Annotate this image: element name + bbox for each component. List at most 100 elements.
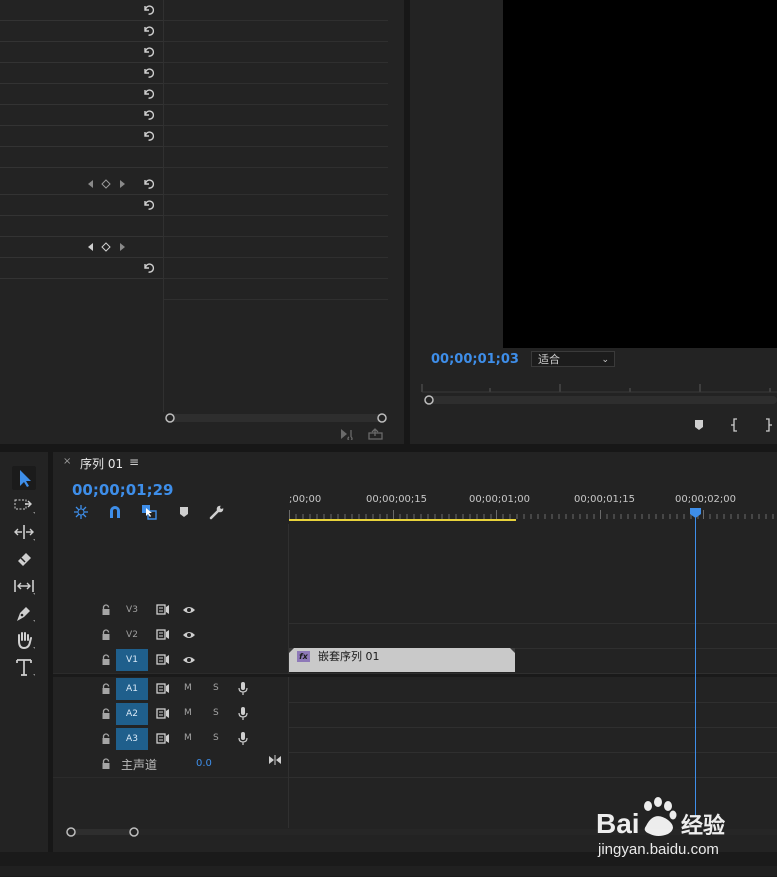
snap-magnet-icon[interactable] — [107, 504, 123, 520]
reset-parameter-icon[interactable] — [142, 177, 155, 190]
effect-keyframe-area[interactable] — [163, 0, 388, 412]
playhead-line[interactable] — [695, 516, 696, 816]
reset-parameter-icon[interactable] — [142, 3, 155, 16]
keyframe-navigator-icon[interactable] — [87, 179, 127, 189]
toggle-sync-lock-icon[interactable] — [156, 654, 170, 665]
property-row[interactable] — [0, 84, 163, 105]
program-timecode[interactable]: 00;00;01;03 — [431, 352, 519, 367]
lock-icon[interactable] — [101, 683, 111, 695]
lock-icon[interactable] — [101, 629, 111, 641]
property-row[interactable] — [0, 21, 163, 42]
track-name-a2[interactable]: A2 — [116, 703, 148, 725]
lock-icon[interactable] — [101, 708, 111, 720]
timeline-timecode[interactable]: 00;00;01;29 — [72, 481, 174, 499]
lock-icon[interactable] — [101, 604, 111, 616]
reset-parameter-icon[interactable] — [142, 24, 155, 37]
go-to-end-icon[interactable] — [268, 754, 282, 766]
timeline-zoom-scrollbar[interactable] — [60, 826, 140, 838]
track-header-a3[interactable]: A3 M S — [53, 727, 288, 753]
tab-sequence-01[interactable]: 序列 01 — [80, 455, 123, 472]
zoom-fit-dropdown[interactable]: 适合 ⌄ — [531, 351, 615, 367]
mute-button[interactable]: M — [184, 708, 192, 718]
property-row[interactable] — [0, 105, 163, 126]
playhead-handle-icon[interactable] — [690, 508, 701, 518]
track-select-tool[interactable] — [12, 493, 36, 517]
reset-parameter-icon[interactable] — [142, 87, 155, 100]
type-tool[interactable] — [12, 655, 36, 679]
play-audio-icon[interactable] — [340, 428, 356, 440]
track-name-v2[interactable]: V2 — [116, 624, 148, 646]
lock-icon[interactable] — [101, 733, 111, 745]
track-header-v1[interactable]: V1 — [53, 648, 288, 674]
export-frame-icon[interactable] — [368, 428, 384, 440]
pen-tool[interactable] — [12, 601, 36, 625]
close-tab-icon[interactable]: × — [63, 456, 71, 467]
track-name-v1[interactable]: V1 — [116, 649, 148, 671]
lock-icon[interactable] — [101, 758, 111, 770]
microphone-icon[interactable] — [238, 731, 248, 746]
property-row[interactable] — [0, 0, 163, 21]
microphone-icon[interactable] — [238, 706, 248, 721]
reset-parameter-icon[interactable] — [142, 66, 155, 79]
property-row[interactable] — [0, 216, 163, 237]
property-row[interactable] — [0, 258, 163, 279]
track-lane-a2[interactable] — [289, 702, 777, 728]
property-row[interactable] — [0, 126, 163, 147]
solo-button[interactable]: S — [213, 708, 219, 718]
razor-tool[interactable] — [12, 547, 36, 571]
mute-button[interactable]: M — [184, 733, 192, 743]
track-header-a1[interactable]: A1 M S — [53, 677, 288, 703]
lock-icon[interactable] — [101, 654, 111, 666]
program-time-ruler[interactable] — [420, 380, 777, 410]
property-row[interactable] — [0, 237, 163, 258]
add-marker-icon[interactable] — [176, 504, 192, 520]
toggle-sync-lock-icon[interactable] — [156, 604, 170, 615]
track-name-a3[interactable]: A3 — [116, 728, 148, 750]
property-row[interactable] — [0, 168, 163, 195]
track-lane-v2[interactable] — [289, 623, 777, 649]
mute-button[interactable]: M — [184, 683, 192, 693]
work-area-bar[interactable] — [289, 519, 516, 521]
track-name-v3[interactable]: V3 — [116, 599, 148, 621]
reset-parameter-icon[interactable] — [142, 198, 155, 211]
hand-tool[interactable] — [12, 628, 36, 652]
mark-in-icon[interactable] — [730, 417, 740, 433]
property-row[interactable] — [0, 63, 163, 84]
slip-tool[interactable] — [12, 574, 36, 598]
effect-zoom-scrollbar[interactable] — [163, 410, 389, 426]
track-header-master[interactable] — [53, 752, 288, 778]
toggle-sync-lock-icon[interactable] — [156, 683, 170, 694]
reset-parameter-icon[interactable] — [142, 261, 155, 274]
linked-selection-icon[interactable] — [141, 504, 157, 520]
toggle-sync-lock-icon[interactable] — [156, 733, 170, 744]
ripple-edit-tool[interactable] — [12, 520, 36, 544]
track-header-a2[interactable]: A2 M S — [53, 702, 288, 728]
track-lane-master[interactable] — [289, 752, 777, 778]
track-header-v3[interactable]: V3 — [53, 598, 288, 624]
eye-icon[interactable] — [182, 655, 196, 665]
eye-icon[interactable] — [182, 630, 196, 640]
eye-icon[interactable] — [182, 605, 196, 615]
property-row[interactable] — [0, 195, 163, 216]
solo-button[interactable]: S — [213, 733, 219, 743]
reset-parameter-icon[interactable] — [142, 129, 155, 142]
program-video-frame[interactable] — [503, 0, 777, 348]
track-lane-a3[interactable] — [289, 727, 777, 753]
wrench-settings-icon[interactable] — [209, 504, 225, 520]
master-volume-value[interactable]: 0.0 — [196, 758, 212, 769]
mark-out-icon[interactable] — [763, 417, 773, 433]
toggle-sync-lock-icon[interactable] — [156, 708, 170, 719]
panel-menu-icon[interactable]: ≡ — [129, 455, 139, 469]
property-row[interactable] — [0, 147, 163, 168]
track-header-v2[interactable]: V2 — [53, 623, 288, 649]
microphone-icon[interactable] — [238, 681, 248, 696]
reset-parameter-icon[interactable] — [142, 108, 155, 121]
reset-parameter-icon[interactable] — [142, 45, 155, 58]
track-name-a1[interactable]: A1 — [116, 678, 148, 700]
nest-toggle-icon[interactable] — [73, 504, 89, 520]
toggle-sync-lock-icon[interactable] — [156, 629, 170, 640]
property-row[interactable] — [0, 42, 163, 63]
add-marker-icon[interactable] — [693, 418, 705, 432]
track-lane-a1[interactable] — [289, 677, 777, 703]
selection-tool[interactable] — [12, 466, 36, 490]
